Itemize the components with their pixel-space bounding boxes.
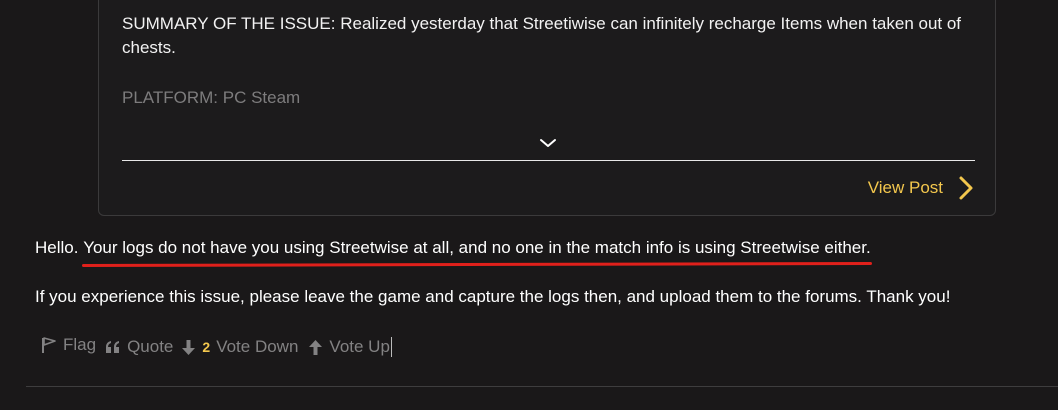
- flag-label: Flag: [63, 335, 97, 354]
- arrow-down-icon: [182, 339, 196, 355]
- flag-button[interactable]: Flag: [40, 333, 96, 357]
- view-post-label: View Post: [867, 178, 943, 197]
- view-post-link[interactable]: View Post: [868, 175, 975, 201]
- quoted-post-card: SUMMARY OF THE ISSUE: Realized yesterday…: [98, 0, 996, 216]
- quote-summary-text: SUMMARY OF THE ISSUE: Realized yesterday…: [122, 14, 962, 57]
- vote-count: 2: [202, 339, 211, 355]
- vote-up-label: Vote Up: [329, 337, 390, 356]
- quote-icon: [106, 341, 120, 353]
- chevron-right-icon: [959, 176, 973, 200]
- post-paragraph-2: If you experience this issue, please lea…: [35, 287, 951, 306]
- vote-up-button[interactable]: Vote Up: [308, 335, 392, 359]
- flag-icon: [42, 337, 56, 353]
- highlighted-statement: Your logs do not have you using Streetwi…: [83, 236, 871, 260]
- vote-down-button[interactable]: 2 Vote Down: [181, 335, 298, 359]
- expand-quote-button[interactable]: [537, 135, 559, 151]
- quote-label: Quote: [127, 337, 174, 356]
- quote-divider: [122, 160, 975, 161]
- post-actions-bar: Flag Quote 2 Vote Down Vote Up: [40, 335, 392, 359]
- quote-platform-text: PLATFORM: PC Steam: [122, 88, 301, 107]
- post-bottom-divider: [26, 386, 1058, 387]
- arrow-up-icon: [309, 339, 323, 355]
- text-cursor: [390, 337, 392, 357]
- quote-button[interactable]: Quote: [105, 335, 173, 359]
- post-greeting: Hello.: [35, 238, 84, 257]
- chevron-down-icon: [540, 139, 556, 147]
- vote-down-label: Vote Down: [216, 337, 299, 356]
- post-paragraph-1: Hello. Your logs do not have you using S…: [35, 236, 871, 260]
